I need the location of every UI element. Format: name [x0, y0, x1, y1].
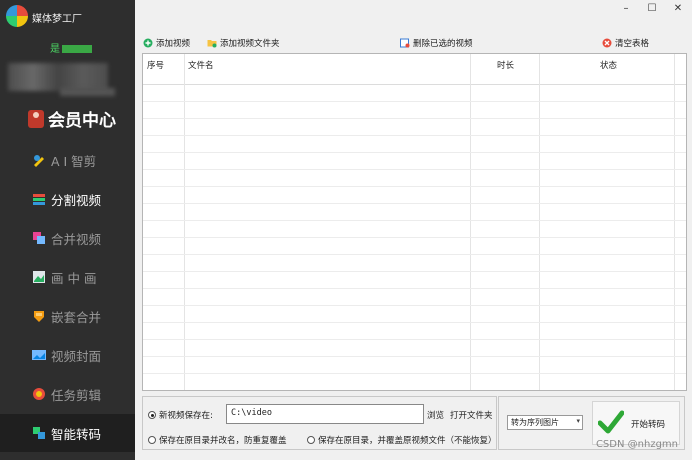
- sidebar-item-split-video[interactable]: 分割视频: [0, 180, 135, 218]
- table-header: 序号 文件名 时长 状态: [143, 54, 686, 85]
- format-select[interactable]: 转为序列图片 ▾: [507, 415, 583, 430]
- sidebar-item-label: 嵌套合并: [51, 309, 102, 325]
- app-logo-icon: [6, 5, 28, 27]
- table-row-divider: [143, 339, 686, 340]
- add-video-label: 添加视频: [156, 39, 191, 49]
- close-button[interactable]: ✕: [670, 3, 686, 17]
- table-row-divider: [143, 322, 686, 323]
- member-center-button[interactable]: 会员中心: [28, 106, 116, 131]
- radio-indicator: [148, 411, 156, 419]
- sidebar-item-label: 分割视频: [51, 192, 102, 208]
- clear-table-button[interactable]: 清空表格: [602, 37, 649, 49]
- chevron-down-icon: ▾: [576, 417, 580, 425]
- watermark: CSDN @nhzgmn: [595, 439, 678, 450]
- radio-overwrite[interactable]: 保存在原目录，并覆盖原视频文件（不能恢复）: [307, 434, 497, 446]
- app-title: 媒体梦工厂: [32, 14, 82, 25]
- open-folder-button[interactable]: 打开文件夹: [450, 409, 493, 421]
- sidebar-item-label: 任务剪辑: [51, 387, 102, 403]
- table-row-divider: [143, 220, 686, 221]
- member-avatar-icon: [28, 109, 44, 128]
- table-row-divider: [143, 135, 686, 136]
- radio-new-path-label: 新视频保存在:: [159, 411, 213, 421]
- sidebar-item-label: 视频封面: [51, 348, 102, 364]
- radio-new-path[interactable]: 新视频保存在:: [148, 409, 213, 421]
- video-table[interactable]: 序号 文件名 时长 状态: [142, 53, 687, 391]
- save-path-input[interactable]: C:\video: [226, 404, 424, 424]
- table-row-divider: [143, 288, 686, 289]
- vip-status-text: 是: [50, 44, 60, 55]
- sidebar-item-picture-in-picture[interactable]: 画 中 画: [0, 258, 135, 296]
- ai-edit-icon: [34, 155, 44, 167]
- column-header-duration[interactable]: 时长: [497, 59, 514, 71]
- sidebar-item-video-cover[interactable]: 视频封面: [0, 336, 135, 374]
- radio-indicator: [307, 436, 315, 444]
- save-options-panel: 新视频保存在: C:\video 浏览 打开文件夹 保存在原目录并改名，防重复覆…: [142, 396, 497, 450]
- table-row-divider: [143, 271, 686, 272]
- video-cover-icon: [32, 350, 46, 360]
- folder-add-icon: [207, 40, 217, 48]
- table-row-divider: [143, 237, 686, 238]
- member-center-label: 会员中心: [48, 111, 116, 131]
- radio-indicator: [148, 436, 156, 444]
- task-edit-icon: [33, 388, 45, 400]
- main-panel: – ☐ ✕ 添加视频 添加视频文件夹 删除已选的视频 清空表格 序号 文件名 时…: [135, 0, 692, 460]
- table-row-divider: [143, 373, 686, 374]
- clear-table-label: 清空表格: [615, 39, 650, 49]
- add-folder-button[interactable]: 添加视频文件夹: [207, 37, 280, 49]
- radio-rename-label: 保存在原目录并改名，防重复覆盖: [159, 436, 287, 446]
- format-select-value: 转为序列图片: [511, 418, 559, 427]
- split-video-icon: [33, 194, 45, 205]
- radio-overwrite-label: 保存在原目录，并覆盖原视频文件（不能恢复）: [318, 436, 497, 446]
- table-row-divider: [143, 169, 686, 170]
- sidebar-item-label: A I 智剪: [51, 153, 97, 169]
- table-row-divider: [143, 152, 686, 153]
- delete-selected-label: 删除已选的视频: [413, 39, 473, 49]
- sidebar-item-label: 合并视频: [51, 231, 102, 247]
- table-row-divider: [143, 101, 686, 102]
- column-header-filename[interactable]: 文件名: [188, 59, 214, 71]
- add-icon: [143, 38, 153, 48]
- clear-icon: [602, 38, 612, 48]
- user-info-blurred-2: [60, 88, 115, 96]
- table-row-divider: [143, 356, 686, 357]
- delete-selected-button[interactable]: 删除已选的视频: [400, 37, 473, 49]
- nested-merge-icon: [34, 311, 44, 322]
- radio-rename-in-place[interactable]: 保存在原目录并改名，防重复覆盖: [148, 434, 287, 446]
- maximize-button[interactable]: ☐: [644, 3, 660, 17]
- sidebar-item-nested-merge[interactable]: 嵌套合并: [0, 297, 135, 335]
- minimize-button[interactable]: –: [618, 3, 634, 17]
- picture-in-picture-icon: [33, 271, 45, 283]
- column-header-index[interactable]: 序号: [147, 59, 164, 71]
- table-row-divider: [143, 254, 686, 255]
- checkmark-icon: [598, 410, 624, 434]
- sidebar-item-task-edit[interactable]: 任务剪辑: [0, 375, 135, 413]
- sidebar-item-ai-edit[interactable]: A I 智剪: [0, 141, 135, 179]
- sidebar-item-smart-transcode[interactable]: 智能转码: [0, 414, 135, 452]
- table-row-divider: [143, 118, 686, 119]
- table-row-divider: [143, 203, 686, 204]
- vip-bar: [62, 45, 92, 53]
- add-video-button[interactable]: 添加视频: [143, 37, 190, 49]
- sidebar-item-label: 智能转码: [51, 426, 102, 442]
- table-row-divider: [143, 186, 686, 187]
- smart-transcode-icon: [33, 427, 45, 439]
- column-header-status[interactable]: 状态: [600, 59, 617, 71]
- merge-video-icon: [33, 232, 45, 244]
- table-row-divider: [143, 305, 686, 306]
- add-folder-label: 添加视频文件夹: [220, 39, 280, 49]
- start-transcode-label: 开始转码: [631, 420, 666, 430]
- vip-status: 是: [50, 40, 92, 55]
- sidebar-item-merge-video[interactable]: 合并视频: [0, 219, 135, 257]
- sidebar: 媒体梦工厂 是 会员中心 A I 智剪 分割视频 合并视频 画 中 画 嵌套合并…: [0, 0, 135, 460]
- user-info-blurred: [8, 63, 108, 91]
- delete-file-icon: [400, 38, 410, 48]
- sidebar-item-label: 画 中 画: [51, 270, 97, 286]
- browse-button[interactable]: 浏览: [427, 409, 444, 421]
